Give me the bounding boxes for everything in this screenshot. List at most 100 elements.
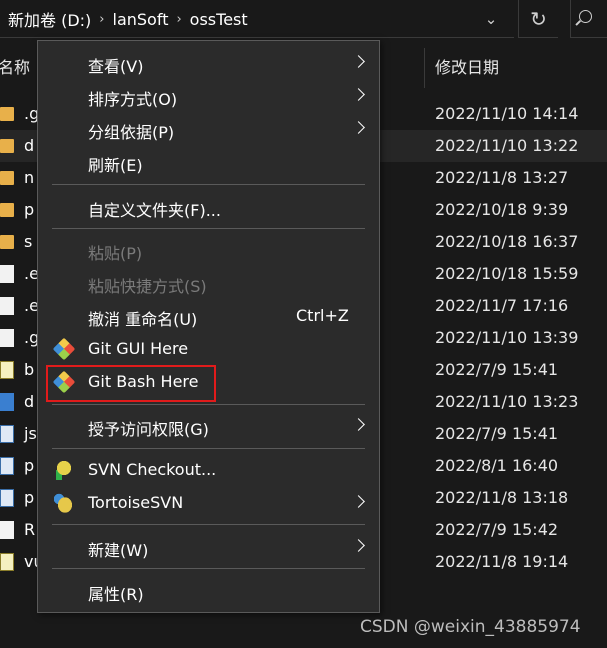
search-input[interactable] bbox=[570, 0, 607, 38]
menu-item-label: 新建(W) bbox=[88, 541, 149, 560]
menu-item-view[interactable]: 查看(V) bbox=[38, 47, 379, 79]
file-date: 2022/11/8 13:18 bbox=[435, 488, 569, 507]
js-file-icon bbox=[0, 553, 14, 571]
search-icon bbox=[579, 10, 592, 23]
file-name: p bbox=[24, 456, 35, 475]
file-date: 2022/10/18 9:39 bbox=[435, 200, 569, 219]
file-date: 2022/11/8 19:14 bbox=[435, 552, 569, 571]
watermark: CSDN @weixin_43885974 bbox=[360, 617, 581, 637]
file-icon bbox=[0, 297, 14, 315]
file-date: 2022/11/10 13:23 bbox=[435, 392, 579, 411]
file-date: 2022/7/9 15:41 bbox=[435, 360, 559, 379]
folder-icon bbox=[0, 107, 14, 121]
chevron-right-icon bbox=[352, 55, 365, 68]
column-divider[interactable] bbox=[424, 48, 425, 88]
menu-separator bbox=[52, 524, 365, 525]
menu-item-new[interactable]: 新建(W) bbox=[38, 531, 379, 563]
file-name: b bbox=[24, 360, 35, 379]
menu-item-grant-access[interactable]: 授予访问权限(G) bbox=[38, 410, 379, 442]
folder-icon bbox=[0, 203, 14, 217]
address-box[interactable]: 新加卷 (D:) › lanSoft › ossTest ⌄ bbox=[0, 0, 514, 38]
column-header-name[interactable]: 名称 bbox=[0, 54, 30, 78]
menu-item-label: 分组依据(P) bbox=[88, 123, 175, 142]
menu-item-properties[interactable]: 属性(R) bbox=[38, 575, 379, 607]
chevron-right-icon bbox=[352, 418, 365, 431]
git-icon bbox=[52, 337, 76, 361]
file-date: 2022/10/18 16:37 bbox=[435, 232, 579, 251]
chevron-right-icon bbox=[352, 121, 365, 134]
menu-item-git-gui[interactable]: Git GUI Here bbox=[38, 333, 379, 365]
menu-item-tortoise-svn[interactable]: TortoiseSVN bbox=[38, 487, 379, 519]
menu-separator bbox=[52, 568, 365, 569]
file-icon bbox=[0, 265, 14, 283]
menu-item-label: 粘贴快捷方式(S) bbox=[88, 277, 207, 296]
chevron-right-icon bbox=[352, 495, 365, 508]
breadcrumb: 新加卷 (D:) › lanSoft › ossTest bbox=[8, 7, 248, 31]
file-date: 2022/8/1 16:40 bbox=[435, 456, 559, 475]
chevron-right-icon bbox=[352, 539, 365, 552]
menu-item-label: 授予访问权限(G) bbox=[88, 420, 209, 439]
json-file-icon bbox=[0, 425, 14, 443]
file-date: 2022/11/10 13:39 bbox=[435, 328, 579, 347]
markdown-file-icon bbox=[0, 521, 14, 539]
file-name: js bbox=[24, 424, 37, 443]
json-file-icon bbox=[0, 489, 14, 507]
menu-item-sort[interactable]: 排序方式(O) bbox=[38, 80, 379, 112]
menu-item-paste[interactable]: 粘贴(P) bbox=[38, 234, 379, 266]
blue-folder-icon bbox=[0, 393, 14, 411]
breadcrumb-osstest[interactable]: ossTest bbox=[190, 10, 248, 29]
folder-icon bbox=[0, 235, 14, 249]
menu-item-label: 撤消 重命名(U) bbox=[88, 310, 198, 329]
chevron-down-icon[interactable]: ⌄ bbox=[478, 7, 504, 31]
svn-checkout-icon bbox=[54, 460, 74, 480]
tortoise-svn-icon bbox=[54, 493, 74, 513]
file-name: p bbox=[24, 488, 35, 507]
chevron-right-icon[interactable]: › bbox=[176, 12, 181, 27]
file-date: 2022/11/8 13:27 bbox=[435, 168, 569, 187]
menu-item-group[interactable]: 分组依据(P) bbox=[38, 113, 379, 145]
menu-item-label: 粘贴(P) bbox=[88, 244, 143, 263]
file-name: d bbox=[24, 136, 35, 155]
file-name: d bbox=[24, 392, 35, 411]
file-name: R bbox=[24, 520, 36, 539]
menu-item-customize[interactable]: 自定义文件夹(F)... bbox=[38, 191, 379, 223]
file-date: 2022/7/9 15:41 bbox=[435, 424, 559, 443]
menu-item-label: 查看(V) bbox=[88, 57, 144, 76]
column-header-modified[interactable]: 修改日期 bbox=[435, 54, 499, 78]
file-date: 2022/11/10 14:14 bbox=[435, 104, 579, 123]
breadcrumb-lansoft[interactable]: lanSoft bbox=[113, 10, 169, 29]
file-name: s bbox=[24, 232, 33, 251]
json-file-icon bbox=[0, 457, 14, 475]
file-date: 2022/11/7 17:16 bbox=[435, 296, 569, 315]
menu-item-label: 刷新(E) bbox=[88, 156, 143, 175]
menu-item-undo[interactable]: 撤消 重命名(U) Ctrl+Z bbox=[38, 300, 379, 332]
address-bar: 新加卷 (D:) › lanSoft › ossTest ⌄ ↻ bbox=[0, 0, 607, 40]
menu-item-label: SVN Checkout... bbox=[88, 460, 217, 479]
menu-separator bbox=[52, 184, 365, 185]
refresh-icon[interactable]: ↻ bbox=[518, 0, 558, 38]
file-date: 2022/7/9 15:42 bbox=[435, 520, 559, 539]
js-file-icon bbox=[0, 361, 14, 379]
menu-item-svn-checkout[interactable]: SVN Checkout... bbox=[38, 454, 379, 486]
file-date: 2022/11/10 13:22 bbox=[435, 136, 579, 155]
menu-separator bbox=[52, 448, 365, 449]
folder-icon bbox=[0, 171, 14, 185]
menu-item-refresh[interactable]: 刷新(E) bbox=[38, 146, 379, 178]
menu-item-label: 属性(R) bbox=[88, 585, 144, 604]
menu-separator bbox=[52, 404, 365, 405]
menu-separator bbox=[52, 228, 365, 229]
menu-item-shortcut: Ctrl+Z bbox=[296, 306, 349, 325]
context-menu: 查看(V) 排序方式(O) 分组依据(P) 刷新(E) 自定义文件夹(F)...… bbox=[37, 40, 380, 613]
folder-icon bbox=[0, 139, 14, 153]
menu-item-label: 自定义文件夹(F)... bbox=[88, 201, 221, 220]
menu-item-label: 排序方式(O) bbox=[88, 90, 178, 109]
menu-item-label: TortoiseSVN bbox=[88, 493, 184, 512]
chevron-right-icon[interactable]: › bbox=[99, 12, 104, 27]
menu-item-paste-shortcut[interactable]: 粘贴快捷方式(S) bbox=[38, 267, 379, 299]
breadcrumb-drive[interactable]: 新加卷 (D:) bbox=[8, 7, 91, 31]
chevron-right-icon bbox=[352, 88, 365, 101]
file-icon bbox=[0, 329, 14, 347]
menu-item-label: Git GUI Here bbox=[88, 339, 189, 358]
file-date: 2022/10/18 15:59 bbox=[435, 264, 579, 283]
file-name: p bbox=[24, 200, 35, 219]
